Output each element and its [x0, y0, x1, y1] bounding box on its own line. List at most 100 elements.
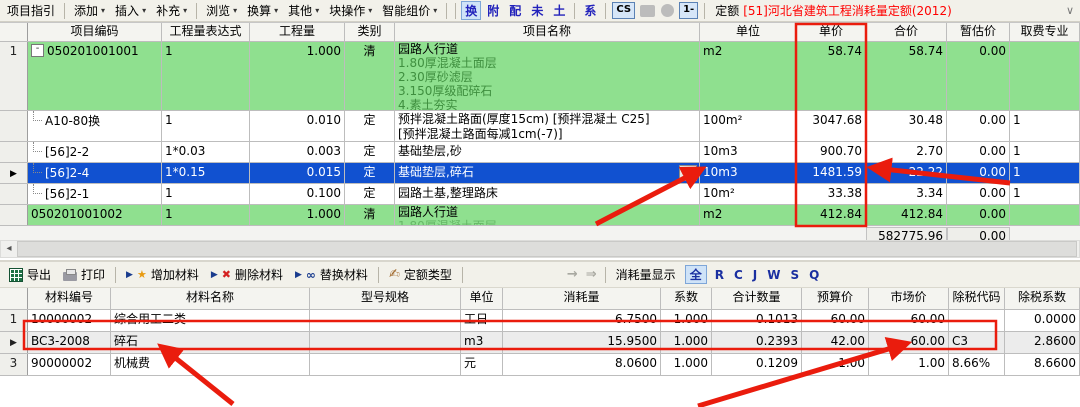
menu-button-0-0[interactable]: 添加▾	[70, 1, 109, 20]
cell-coef[interactable]: 1.000	[661, 310, 712, 331]
cell-qty[interactable]: 0.010	[250, 111, 345, 141]
cell-unit[interactable]: m3	[461, 332, 503, 353]
cell-price[interactable]: 900.70	[797, 142, 866, 162]
cell-budget[interactable]: 60.00	[802, 310, 869, 331]
cell-expr[interactable]: 1	[162, 205, 250, 225]
quick-button-4[interactable]: 土	[549, 2, 569, 19]
cell-spec[interactable]	[310, 310, 461, 331]
cell-est[interactable]: 0.00	[947, 163, 1010, 183]
toolbar-button-project-guide[interactable]: 项目指引	[3, 1, 59, 20]
cell-coef[interactable]: 1.000	[661, 354, 712, 375]
cell-qty[interactable]: 0.003	[250, 142, 345, 162]
cell-qty[interactable]: 1.000	[250, 205, 345, 225]
cell-code[interactable]: 10000002	[28, 310, 111, 331]
quick-button-2[interactable]: 配	[505, 2, 525, 19]
menu-button-1-2[interactable]: 其他▾	[284, 1, 323, 20]
cell-fee[interactable]: 1	[1010, 184, 1080, 204]
quick-button-0[interactable]: 换	[461, 1, 481, 20]
cell-name[interactable]: 综合用工二类	[111, 310, 310, 331]
cell-total[interactable]: 2.70	[866, 142, 947, 162]
row-header[interactable]: 3	[0, 354, 28, 375]
cell-fee[interactable]	[1010, 42, 1080, 110]
display-option-W[interactable]: W	[767, 268, 780, 282]
menu-button-1-4[interactable]: 智能组价▾	[378, 1, 441, 20]
row-header[interactable]: ▶	[0, 332, 28, 353]
cell-name[interactable]: 机械费	[111, 354, 310, 375]
cell-est[interactable]: 0.00	[947, 142, 1010, 162]
cell-cat[interactable]: 清	[345, 42, 395, 110]
cell-budget[interactable]: 1.00	[802, 354, 869, 375]
cell-est[interactable]: 0.00	[947, 184, 1010, 204]
quick-button-3[interactable]: 未	[527, 2, 547, 19]
cell-unit[interactable]: 元	[461, 354, 503, 375]
cell-fee[interactable]	[1010, 205, 1080, 225]
cell-est[interactable]: 0.00	[947, 205, 1010, 225]
row-header[interactable]	[0, 184, 28, 204]
cell-qty[interactable]: 0.015	[250, 163, 345, 183]
cell-spec[interactable]	[310, 354, 461, 375]
cell-consume[interactable]: 6.7500	[503, 310, 661, 331]
cell-total[interactable]: 22.22	[866, 163, 947, 183]
cell-budget[interactable]: 42.00	[802, 332, 869, 353]
quick-button-1[interactable]: 附	[483, 2, 503, 19]
row-header[interactable]: 1	[0, 310, 28, 331]
cell-unit[interactable]: 100m²	[700, 111, 797, 141]
cell-price[interactable]: 412.84	[797, 205, 866, 225]
cell-code[interactable]: 90000002	[28, 354, 111, 375]
cell-total[interactable]: 30.48	[866, 111, 947, 141]
cell-price[interactable]: 1481.59	[797, 163, 866, 183]
scrollbar-thumb[interactable]	[17, 241, 1077, 257]
cell-market[interactable]: 60.00	[869, 310, 949, 331]
cell-spec[interactable]	[310, 332, 461, 353]
cell-expr[interactable]: 1*0.03	[162, 142, 250, 162]
cell-name[interactable]: 预拌混凝土路面(厚度15cm) [预拌混凝土 C25][预拌混凝土路面每减1cm…	[395, 111, 700, 141]
cs-button[interactable]: CS	[612, 2, 635, 19]
cell-code[interactable]: [56]2-2	[28, 142, 162, 162]
cell-code[interactable]: 050201001002	[28, 205, 162, 225]
menu-button-1-0[interactable]: 浏览▾	[202, 1, 241, 20]
horizontal-scrollbar[interactable]: ◂	[0, 240, 1080, 258]
cell-market[interactable]: 60.00	[869, 332, 949, 353]
ellipsis-button[interactable]: …	[679, 165, 697, 181]
cell-cat[interactable]: 定	[345, 163, 395, 183]
scroll-left-button[interactable]: ◂	[1, 241, 17, 257]
cell-expr[interactable]: 1	[162, 184, 250, 204]
cell-total[interactable]: 412.84	[866, 205, 947, 225]
cell-name[interactable]: 基础垫层,碎石…	[395, 163, 700, 183]
cell-unit[interactable]: 工日	[461, 310, 503, 331]
cell-code[interactable]: BC3-2008	[28, 332, 111, 353]
display-option-J[interactable]: J	[753, 268, 757, 282]
cell-expr[interactable]: 1	[162, 42, 250, 110]
cell-coef[interactable]: 1.000	[661, 332, 712, 353]
cell-totalQty[interactable]: 0.1209	[712, 354, 802, 375]
cell-totalQty[interactable]: 0.1013	[712, 310, 802, 331]
table-row[interactable]: ▶BC3-2008碎石m315.95001.0000.239342.0060.0…	[0, 332, 1080, 354]
row-header[interactable]: ▶	[0, 163, 28, 183]
cell-fee[interactable]: 1	[1010, 142, 1080, 162]
table-row[interactable]: 1-05020100100111.000清园路人行道1.80厚混凝土面层2.30…	[0, 42, 1080, 111]
cell-totalQty[interactable]: 0.2393	[712, 332, 802, 353]
collapse-toggle[interactable]: -	[31, 44, 44, 57]
quota-select[interactable]: [51]河北省建筑工程消耗量定额(2012) ∨	[743, 2, 1078, 19]
add-material-button[interactable]: ▶★增加材料	[121, 265, 204, 284]
cell-consume[interactable]: 8.0600	[503, 354, 661, 375]
table-row[interactable]: ▶[56]2-41*0.150.015定基础垫层,碎石…10m31481.592…	[0, 163, 1080, 184]
cell-code[interactable]: -050201001001	[28, 42, 162, 110]
cell-cat[interactable]: 定	[345, 184, 395, 204]
cell-unit[interactable]: 10m3	[700, 163, 797, 183]
quota-type-button[interactable]: ✍定额类型	[384, 265, 457, 284]
cell-consume[interactable]: 15.9500	[503, 332, 661, 353]
table-row[interactable]: 110000002综合用工二类工日6.75001.0000.101360.006…	[0, 310, 1080, 332]
cell-name[interactable]: 基础垫层,砂	[395, 142, 700, 162]
menu-button-0-1[interactable]: 插入▾	[111, 1, 150, 20]
display-option-Q[interactable]: Q	[809, 268, 819, 282]
row-header[interactable]	[0, 205, 28, 225]
cell-price[interactable]: 3047.68	[797, 111, 866, 141]
cell-name[interactable]: 园路人行道1.80厚混凝土面层	[395, 205, 700, 225]
cell-cat[interactable]: 定	[345, 142, 395, 162]
sys-button[interactable]: 系	[580, 2, 600, 19]
cell-code[interactable]: [56]2-4	[28, 163, 162, 183]
cell-unit[interactable]: 10m²	[700, 184, 797, 204]
cell-taxCoef[interactable]: 0.0000	[1005, 310, 1080, 331]
cell-expr[interactable]: 1*0.15	[162, 163, 250, 183]
